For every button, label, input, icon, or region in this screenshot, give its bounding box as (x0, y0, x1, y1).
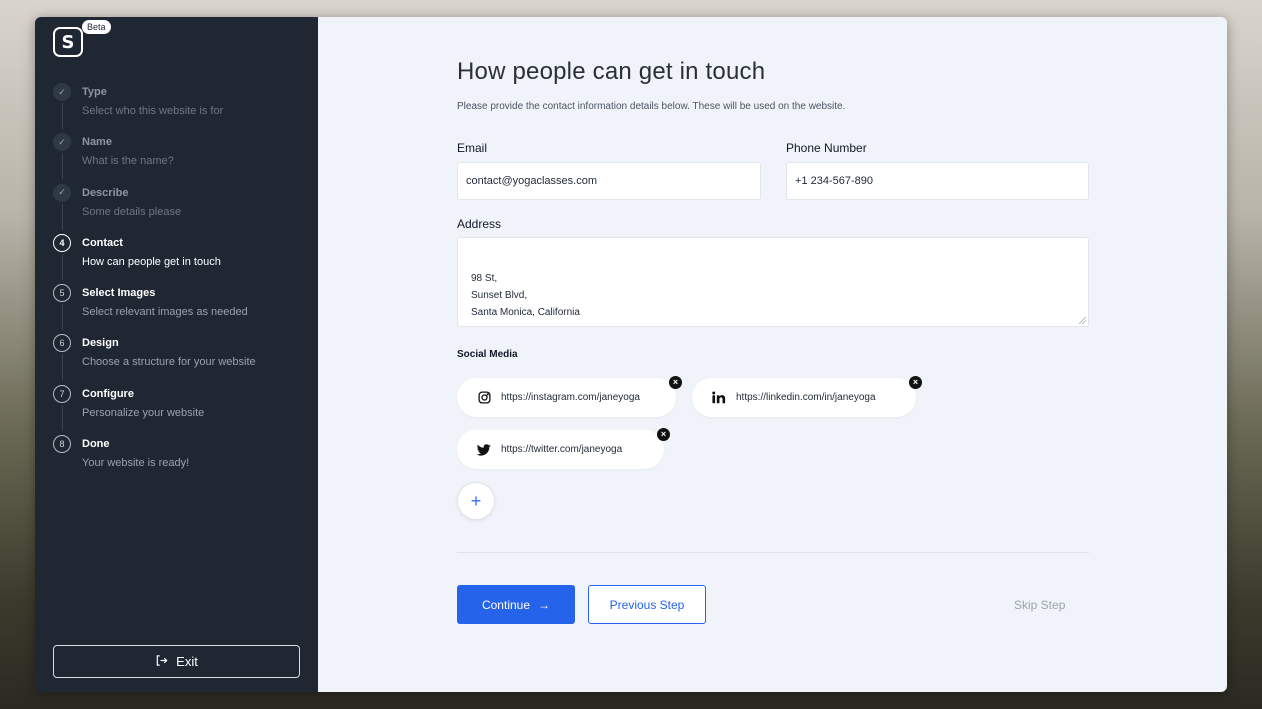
social-chip-twitter[interactable]: https://twitter.com/janeyoga × (457, 428, 670, 469)
linkedin-icon (712, 391, 726, 405)
step-subtitle: Personalize your website (82, 406, 205, 419)
instagram-icon (477, 391, 491, 405)
step-describe[interactable]: ✓ Describe Some details please (53, 182, 303, 232)
address-label: Address (457, 217, 502, 231)
exit-button[interactable]: Exit (53, 645, 300, 678)
social-chip-instagram[interactable]: https://instagram.com/janeyoga × (457, 376, 682, 417)
page-description: Please provide the contact information d… (457, 101, 846, 112)
step-title: Name (82, 136, 112, 149)
step-connector (62, 203, 63, 230)
resize-handle[interactable] (1079, 317, 1086, 324)
skip-step-button[interactable]: Skip Step (1014, 598, 1065, 612)
step-list: ✓ Type Select who this website is for ✓ … (53, 81, 303, 483)
remove-icon[interactable]: × (909, 376, 922, 389)
step-type[interactable]: ✓ Type Select who this website is for (53, 81, 303, 131)
social-url: https://instagram.com/janeyoga (501, 392, 640, 403)
step-number: 4 (53, 233, 71, 252)
twitter-icon (477, 443, 491, 457)
remove-icon[interactable]: × (657, 428, 670, 441)
step-number: 6 (53, 334, 71, 353)
step-number: 7 (53, 384, 71, 403)
check-icon: ✓ (53, 83, 71, 101)
step-connector (62, 103, 63, 129)
step-number: 8 (53, 435, 71, 454)
remove-icon[interactable]: × (669, 376, 682, 389)
form-divider (457, 552, 1089, 553)
step-title: Done (82, 438, 110, 451)
exit-icon (155, 654, 168, 670)
sidebar: S Beta ✓ Type Select who this website is… (35, 17, 318, 692)
step-connector (62, 304, 63, 331)
step-number: 5 (53, 284, 71, 303)
step-title: Select Images (82, 287, 156, 300)
step-subtitle: Select relevant images as needed (82, 306, 248, 319)
step-connector (62, 354, 63, 381)
step-subtitle: How can people get in touch (82, 255, 221, 268)
step-title: Design (82, 337, 119, 350)
phone-label: Phone Number (786, 141, 867, 155)
app-window: S Beta ✓ Type Select who this website is… (35, 17, 1227, 692)
arrow-right-icon: → (538, 597, 551, 612)
main-panel: How people can get in touch Please provi… (318, 17, 1227, 692)
step-title: Type (82, 86, 107, 98)
email-label: Email (457, 141, 488, 155)
step-connector (62, 253, 63, 280)
address-text: 98 St, Sunset Blvd, Santa Monica, Califo… (471, 273, 580, 318)
step-name[interactable]: ✓ Name What is the name? (53, 131, 303, 181)
page-title: How people can get in touch (457, 58, 766, 85)
plus-icon: + (470, 490, 482, 511)
step-contact[interactable]: 4 Contact How can people get in touch (53, 232, 303, 282)
step-subtitle: Select who this website is for (82, 105, 224, 117)
previous-step-button[interactable]: Previous Step (588, 585, 706, 624)
step-title: Configure (82, 387, 134, 400)
address-field[interactable]: 98 St, Sunset Blvd, Santa Monica, Califo… (457, 237, 1089, 327)
exit-label: Exit (176, 654, 198, 669)
check-icon: ✓ (53, 183, 71, 202)
step-title: Contact (82, 236, 123, 249)
social-media-label: Social Media (457, 349, 518, 360)
step-subtitle: Some details please (82, 205, 182, 218)
logo-icon: S (53, 27, 83, 57)
continue-button[interactable]: Continue → (457, 585, 575, 624)
step-design[interactable]: 6 Design Choose a structure for your web… (53, 332, 303, 382)
step-subtitle: Choose a structure for your website (82, 356, 256, 369)
step-select-images[interactable]: 5 Select Images Select relevant images a… (53, 282, 303, 332)
check-icon: ✓ (53, 133, 71, 152)
step-connector (62, 153, 63, 180)
beta-badge: Beta (82, 20, 111, 34)
continue-label: Continue (481, 597, 531, 612)
phone-field[interactable]: +1 234-567-890 (786, 162, 1089, 200)
step-subtitle: What is the name? (82, 155, 174, 168)
step-configure[interactable]: 7 Configure Personalize your website (53, 383, 303, 433)
previous-step-label: Previous Step (609, 597, 685, 612)
email-field[interactable]: contact@yogaclasses.com (457, 162, 761, 200)
step-connector (62, 404, 63, 431)
social-chip-linkedin[interactable]: https://linkedin.com/in/janeyoga × (692, 376, 922, 417)
step-subtitle: Your website is ready! (82, 457, 190, 470)
step-done[interactable]: 8 Done Your website is ready! (53, 433, 303, 483)
social-url: https://twitter.com/janeyoga (501, 444, 623, 455)
step-title: Describe (82, 186, 129, 199)
social-url: https://linkedin.com/in/janeyoga (736, 392, 876, 403)
add-social-button[interactable]: + (457, 482, 495, 520)
